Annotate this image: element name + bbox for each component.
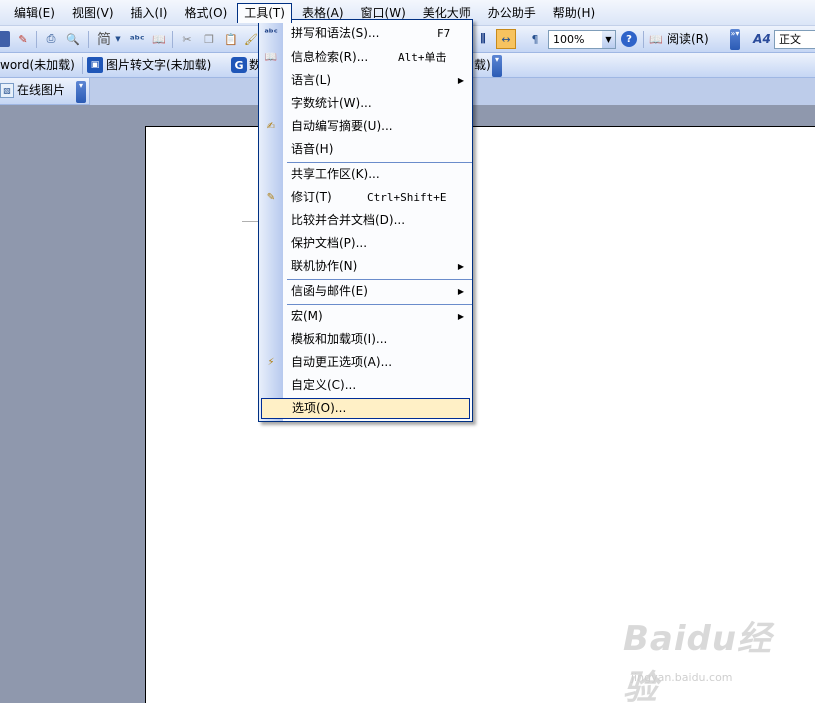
style-value: 正文 — [779, 33, 801, 46]
print-preview-icon[interactable]: 🔍 — [64, 31, 82, 47]
save-icon[interactable] — [0, 31, 10, 47]
menu-item-label: 信息检索(R)... — [291, 50, 369, 64]
toolbar-options-grip[interactable]: ▾ — [76, 81, 86, 103]
menu-item-label: 比较并合并文档(D)... — [291, 213, 406, 227]
spelling-icon[interactable]: ᵃᵇᶜ — [128, 30, 146, 48]
research-icon[interactable]: 📖 — [150, 30, 168, 48]
addin-picture-to-text-button[interactable]: 图片转文字(未加载) — [106, 55, 211, 75]
menu-item-shortcut: F7 — [437, 27, 451, 40]
print-icon[interactable]: ⎙ — [42, 31, 60, 47]
drawing-toolbar-icon[interactable]: ⫼ — [474, 30, 492, 48]
toolbar-options-grip[interactable]: »▾ — [730, 29, 740, 50]
menu-item-customize[interactable]: 自定义(C)... — [259, 374, 472, 397]
menu-item-label: 修订(T) — [291, 190, 332, 204]
help-icon[interactable]: ? — [621, 31, 637, 47]
simplified-traditional-icon[interactable]: 简 — [94, 30, 114, 48]
menu-item-label: 自动更正选项(A)... — [291, 355, 393, 369]
menu-help[interactable]: 帮助(H) — [546, 3, 602, 23]
spelling-check-icon: ᵃᵇᶜ — [264, 28, 278, 39]
menu-item-label: 信函与邮件(E) — [291, 284, 368, 298]
zoom-select[interactable]: 100% ▼ — [548, 30, 616, 49]
menu-item-label: 模板和加载项(I)... — [291, 332, 388, 346]
styles-icon[interactable]: A4 — [752, 30, 772, 48]
menu-view[interactable]: 视图(V) — [65, 3, 121, 23]
read-button[interactable]: 阅读(R) — [667, 29, 709, 49]
online-pictures-toolbar: ▧ 在线图片 ▾ — [0, 78, 90, 105]
document-page[interactable]: Baidu经验 jingyan.baidu.com — [145, 126, 815, 703]
addin-word-button[interactable]: word(未加载) — [0, 55, 75, 75]
menu-item-label: 自动编写摘要(U)... — [291, 119, 393, 133]
menu-tools[interactable]: 工具(T) — [237, 2, 292, 23]
show-hide-icon[interactable]: ¶ — [526, 30, 544, 48]
menu-item-macro[interactable]: 宏(M) ▶ — [259, 305, 472, 328]
submenu-arrow-icon: ▶ — [457, 287, 464, 296]
menu-item-autosummarize[interactable]: ✍ 自动编写摘要(U)... — [259, 115, 472, 138]
menu-office-assistant[interactable]: 办公助手 — [481, 3, 543, 23]
style-select[interactable]: 正文 — [774, 30, 815, 49]
menu-item-label: 语言(L) — [291, 73, 332, 87]
picture-icon[interactable]: ▧ — [0, 83, 14, 98]
menu-item-spelling-grammar[interactable]: ᵃᵇᶜ 拼写和语法(S)... F7 — [259, 22, 472, 45]
menu-item-research[interactable]: 📖 信息检索(R)... Alt+单击 — [259, 46, 472, 69]
research-icon: 📖 — [264, 52, 278, 63]
toolbar-separator — [82, 57, 83, 74]
menu-item-letters-mailings[interactable]: 信函与邮件(E) ▶ — [259, 280, 472, 303]
toolbar-separator — [88, 31, 89, 48]
watermark: Baidu经验 jingyan.baidu.com — [623, 611, 803, 703]
menu-item-speech[interactable]: 语音(H) — [259, 138, 472, 161]
submenu-arrow-icon: ▶ — [457, 312, 464, 321]
menu-item-label: 联机协作(N) — [291, 259, 358, 273]
menu-item-shortcut: Ctrl+Shift+E — [367, 191, 447, 204]
menu-insert[interactable]: 插入(I) — [124, 3, 175, 23]
menu-item-word-count[interactable]: 字数统计(W)... — [259, 92, 472, 115]
watermark-url: jingyan.baidu.com — [631, 671, 733, 684]
autosummarize-icon: ✍ — [266, 121, 276, 132]
menu-item-options[interactable]: 选项(O)... — [261, 398, 470, 419]
autocorrect-icon: ⚡ — [267, 357, 275, 368]
menu-item-label: 自定义(C)... — [291, 378, 357, 392]
cut-icon[interactable]: ✂ — [178, 30, 196, 48]
addin-loaded-fragment[interactable]: 载) — [474, 55, 491, 75]
read-icon[interactable]: 📖 — [648, 31, 664, 47]
document-map-icon[interactable]: ↔ — [496, 29, 516, 49]
menu-edit[interactable]: 编辑(E) — [7, 3, 62, 23]
menu-format[interactable]: 格式(O) — [177, 3, 234, 23]
submenu-arrow-icon: ▶ — [457, 76, 464, 85]
permission-icon[interactable]: ✎ — [16, 31, 30, 47]
menu-item-track-changes[interactable]: ✎ 修订(T) Ctrl+Shift+E — [259, 186, 472, 209]
paste-icon[interactable]: 📋 — [222, 30, 240, 48]
menu-item-protect-document[interactable]: 保护文档(P)... — [259, 232, 472, 255]
menu-item-templates-addins[interactable]: 模板和加载项(I)... — [259, 328, 472, 351]
toolbar-separator — [643, 31, 644, 48]
menu-item-label: 选项(O)... — [292, 401, 347, 415]
menu-item-online-collaboration[interactable]: 联机协作(N) ▶ — [259, 255, 472, 278]
toolbar-separator — [172, 31, 173, 48]
submenu-arrow-icon: ▶ — [457, 262, 464, 271]
addin-g-icon[interactable]: G — [231, 57, 247, 73]
menu-item-shortcut: Alt+单击 — [398, 51, 447, 64]
menu-item-label: 共享工作区(K)... — [291, 167, 380, 181]
menu-item-label: 保护文档(P)... — [291, 236, 368, 250]
chevron-down-icon[interactable]: ▼ — [114, 34, 122, 44]
menu-item-autocorrect-options[interactable]: ⚡ 自动更正选项(A)... — [259, 351, 472, 374]
copy-icon[interactable]: ❐ — [200, 30, 218, 48]
chevron-down-icon[interactable]: ▼ — [602, 31, 615, 48]
zoom-value: 100% — [553, 33, 585, 46]
menu-item-compare-merge[interactable]: 比较并合并文档(D)... — [259, 209, 472, 232]
picture-to-text-icon[interactable]: ▣ — [87, 57, 103, 73]
menu-item-label: 拼写和语法(S)... — [291, 26, 380, 40]
format-painter-icon[interactable]: 🖌 — [244, 30, 258, 48]
menu-item-label: 字数统计(W)... — [291, 96, 372, 110]
track-changes-icon: ✎ — [266, 192, 276, 203]
tools-dropdown-menu: ᵃᵇᶜ 拼写和语法(S)... F7 📖 信息检索(R)... Alt+单击 语… — [258, 19, 473, 422]
menu-item-label: 宏(M) — [291, 309, 323, 323]
toolbar-options-grip[interactable]: ▾ — [492, 55, 502, 77]
menu-item-language[interactable]: 语言(L) ▶ — [259, 69, 472, 92]
menu-item-shared-workspace[interactable]: 共享工作区(K)... — [259, 163, 472, 186]
watermark-brand: Baidu经验 — [623, 619, 773, 703]
toolbar-separator — [36, 31, 37, 48]
online-pictures-button[interactable]: 在线图片 — [17, 80, 65, 100]
menu-item-label: 语音(H) — [291, 142, 334, 156]
